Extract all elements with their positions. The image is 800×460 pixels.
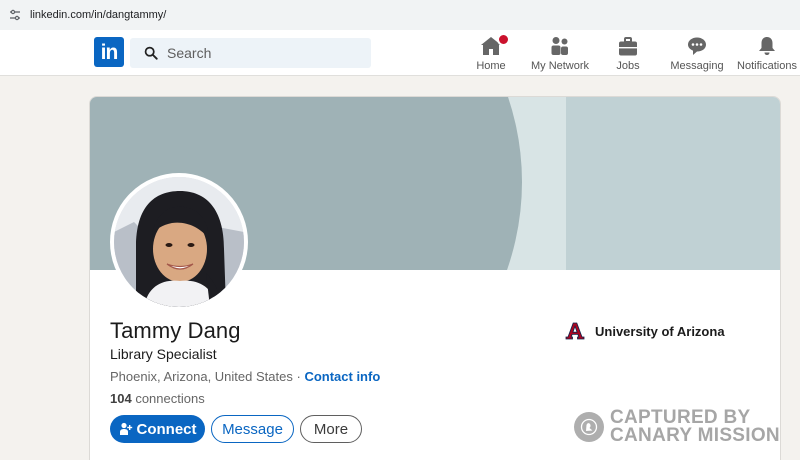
profile-name: Tammy Dang bbox=[110, 318, 241, 343]
message-button[interactable]: Message bbox=[211, 415, 294, 443]
bird-icon bbox=[574, 412, 604, 442]
nav-my-network[interactable]: My Network bbox=[530, 34, 590, 74]
profile-avatar[interactable] bbox=[110, 173, 248, 311]
more-button[interactable]: More bbox=[300, 415, 362, 443]
education-entry[interactable]: University of Arizona bbox=[565, 321, 725, 341]
watermark-line-2: CANARY MISSION bbox=[610, 425, 780, 446]
connections-count: 104 bbox=[110, 391, 132, 406]
nav-notifications-label: Notifications bbox=[737, 60, 797, 72]
connect-button[interactable]: Connect bbox=[110, 415, 205, 443]
briefcase-icon bbox=[618, 34, 638, 56]
nav-notifications[interactable]: Notifications bbox=[736, 34, 798, 74]
connections-count-row[interactable]: 104 connections bbox=[110, 391, 205, 406]
nav-home-label: Home bbox=[476, 60, 506, 72]
top-navigation: in Home My Network bbox=[0, 30, 800, 76]
network-icon bbox=[550, 34, 570, 56]
search-box[interactable] bbox=[130, 38, 371, 68]
search-input[interactable] bbox=[167, 45, 357, 61]
profile-card: Tammy Dang Library Specialist Phoenix, A… bbox=[89, 96, 781, 460]
education-name: University of Arizona bbox=[595, 323, 725, 339]
nav-messaging[interactable]: Messaging bbox=[670, 34, 724, 74]
notification-badge bbox=[497, 33, 510, 46]
url-text[interactable]: linkedin.com/in/dangtammy/ bbox=[30, 9, 166, 21]
watermark-text: CAPTURED BY CANARY MISSION bbox=[610, 408, 780, 446]
profile-location: Phoenix, Arizona, United States bbox=[110, 369, 293, 384]
university-of-arizona-logo bbox=[565, 322, 585, 340]
nav-home[interactable]: Home bbox=[476, 33, 510, 74]
contact-info-link[interactable]: Contact info bbox=[304, 369, 380, 384]
linkedin-logo[interactable]: in bbox=[94, 37, 124, 67]
profile-location-row: Phoenix, Arizona, United States · Contac… bbox=[110, 369, 380, 384]
separator-dot: · bbox=[296, 369, 301, 384]
nav-my-network-label: My Network bbox=[530, 60, 590, 72]
search-icon bbox=[144, 46, 158, 60]
connect-button-label: Connect bbox=[136, 420, 197, 438]
canary-mission-watermark: CAPTURED BY CANARY MISSION bbox=[574, 408, 780, 446]
more-button-label: More bbox=[313, 420, 349, 438]
profile-headline: Library Specialist bbox=[110, 346, 217, 362]
add-person-icon bbox=[119, 422, 132, 435]
nav-jobs-label: Jobs bbox=[616, 60, 640, 72]
home-icon bbox=[480, 33, 510, 56]
bell-icon bbox=[758, 34, 776, 56]
messaging-icon bbox=[687, 34, 707, 56]
browser-address-bar[interactable]: linkedin.com/in/dangtammy/ bbox=[0, 0, 800, 30]
nav-jobs[interactable]: Jobs bbox=[614, 34, 642, 74]
connections-label: connections bbox=[135, 391, 205, 406]
site-settings-icon[interactable] bbox=[8, 8, 22, 22]
nav-messaging-label: Messaging bbox=[670, 60, 724, 72]
message-button-label: Message bbox=[222, 420, 283, 438]
